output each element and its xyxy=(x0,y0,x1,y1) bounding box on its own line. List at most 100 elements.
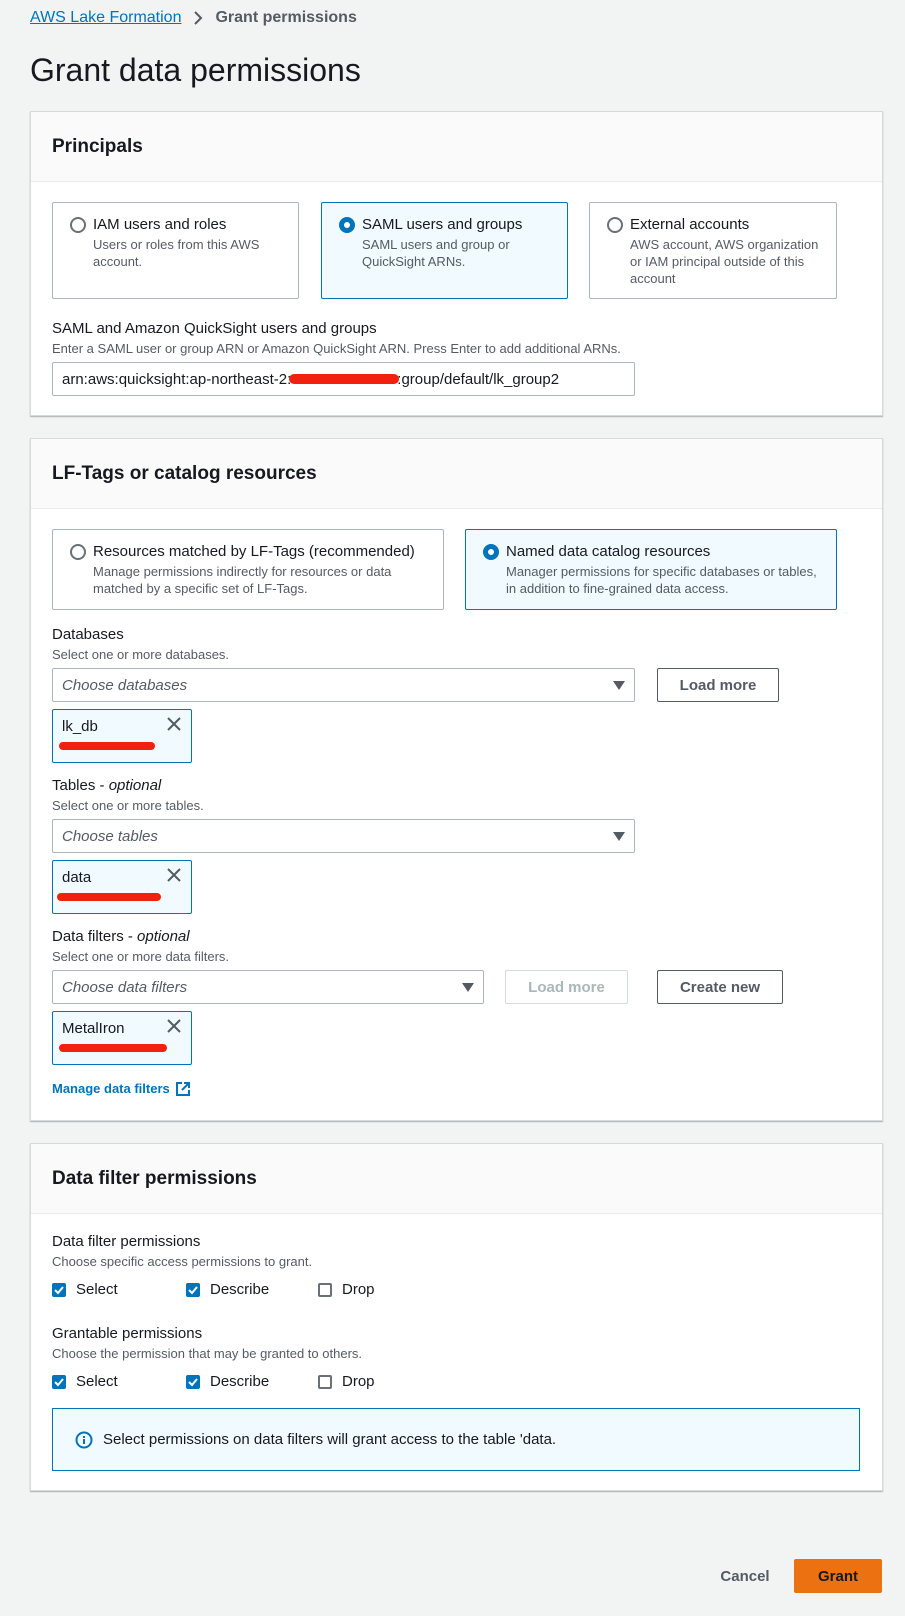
radio-external-accounts[interactable] xyxy=(607,217,623,233)
checkbox-unchecked[interactable] xyxy=(318,1374,332,1389)
radio-lf-tags[interactable] xyxy=(70,544,86,560)
caret-down-icon xyxy=(462,982,474,992)
permissions-label: Data filter permissions xyxy=(52,1233,201,1250)
saml-field-hint: Enter a SAML user or group ARN or Amazon… xyxy=(52,341,621,356)
arn-suffix: :group/default/lk_group2 xyxy=(397,370,560,388)
optional-tag: optional xyxy=(108,777,162,794)
tile-description: SAML users and group or QuickSight ARNs. xyxy=(362,237,510,269)
tile-title: External accounts xyxy=(630,216,750,233)
redacted-account-id xyxy=(289,374,400,384)
token-label: MetalIron xyxy=(62,1020,125,1037)
redaction-mark xyxy=(59,742,155,750)
databases-hint: Select one or more databases. xyxy=(52,647,230,662)
tables-select[interactable]: Choose tables xyxy=(52,819,635,853)
resources-panel: LF-Tags or catalog resources Resources m… xyxy=(30,438,883,1121)
databases-label: Databases xyxy=(52,626,124,643)
data-filters-select[interactable]: Choose data filters xyxy=(52,970,484,1004)
database-token: lk_db xyxy=(52,709,192,763)
redaction-mark xyxy=(59,1044,167,1052)
token-label: data xyxy=(62,869,92,886)
principals-header: Principals xyxy=(31,112,882,182)
tile-description: Manage permissions indirectly for resour… xyxy=(93,564,392,596)
checkbox-checked[interactable] xyxy=(186,1282,200,1297)
grantable-describe-checkbox[interactable]: Describe xyxy=(186,1373,318,1390)
optional-tag: optional xyxy=(137,928,190,945)
tables-label: Tables - optional xyxy=(52,777,162,794)
data-filters-label-text: Data filters xyxy=(52,928,124,945)
checkbox-checked[interactable] xyxy=(52,1374,66,1389)
resources-header: LF-Tags or catalog resources xyxy=(31,439,882,509)
checkbox-label: Drop xyxy=(342,1281,375,1298)
create-new-button[interactable]: Create new xyxy=(657,970,783,1004)
databases-load-more-button[interactable]: Load more xyxy=(657,668,779,702)
data-filters-label: Data filters - optional xyxy=(52,928,190,945)
grantable-select-checkbox[interactable]: Select xyxy=(52,1373,186,1390)
permission-describe-checkbox[interactable]: Describe xyxy=(186,1281,318,1298)
checkbox-label: Describe xyxy=(210,1373,270,1390)
close-icon[interactable] xyxy=(166,1018,182,1034)
tile-title: IAM users and roles xyxy=(93,216,227,233)
checkbox-label: Select xyxy=(76,1373,118,1390)
caret-down-icon xyxy=(613,831,625,841)
tile-saml-users-and-groups[interactable]: SAML users and groups SAML users and gro… xyxy=(321,202,568,299)
grantable-hint: Choose the permission that may be grante… xyxy=(52,1346,363,1361)
permission-select-checkbox[interactable]: Select xyxy=(52,1281,186,1298)
checkbox-label: Select xyxy=(76,1281,118,1298)
info-icon xyxy=(75,1431,93,1449)
breadcrumb-current: Grant permissions xyxy=(215,9,357,26)
radio-iam-users[interactable] xyxy=(70,217,86,233)
manage-data-filters-link[interactable]: Manage data filters xyxy=(52,1081,190,1096)
databases-select[interactable]: Choose databases xyxy=(52,668,635,702)
cancel-button[interactable]: Cancel xyxy=(700,1559,790,1593)
tile-description: Manager permissions for specific databas… xyxy=(506,564,817,596)
tile-lf-tags[interactable]: Resources matched by LF-Tags (recommende… xyxy=(52,529,444,610)
checkbox-checked[interactable] xyxy=(52,1282,66,1297)
data-filters-load-more-button[interactable]: Load more xyxy=(505,970,628,1004)
grantable-drop-checkbox[interactable]: Drop xyxy=(318,1373,375,1390)
tile-description: AWS account, AWS organization or IAM pri… xyxy=(630,237,819,286)
breadcrumb-link-lake-formation[interactable]: AWS Lake Formation xyxy=(30,9,181,27)
table-token: data xyxy=(52,860,192,914)
permission-drop-checkbox[interactable]: Drop xyxy=(318,1281,375,1298)
data-filter-permissions-header: Data filter permissions xyxy=(31,1144,882,1214)
info-alert: Select permissions on data filters will … xyxy=(52,1408,860,1471)
arn-prefix: arn:aws:quicksight:ap-northeast-2: xyxy=(62,370,292,388)
tables-placeholder: Choose tables xyxy=(62,827,158,845)
saml-field-label: SAML and Amazon QuickSight users and gro… xyxy=(52,320,377,337)
close-icon[interactable] xyxy=(166,867,182,883)
saml-arn-input[interactable]: arn:aws:quicksight:ap-northeast-2: :group… xyxy=(52,362,635,396)
radio-named-resources[interactable] xyxy=(483,544,499,560)
tile-title: SAML users and groups xyxy=(362,216,523,233)
caret-down-icon xyxy=(613,680,625,690)
tables-label-text: Tables xyxy=(52,777,96,794)
tables-hint: Select one or more tables. xyxy=(52,798,204,813)
manage-data-filters-text: Manage data filters xyxy=(52,1081,170,1096)
permissions-hint: Choose specific access permissions to gr… xyxy=(52,1254,313,1269)
grant-button[interactable]: Grant xyxy=(794,1559,882,1593)
radio-saml-users[interactable] xyxy=(339,217,355,233)
page-title: Grant data permissions xyxy=(30,52,361,88)
checkbox-label: Drop xyxy=(342,1373,375,1390)
permissions-checkboxes: Select Describe Drop xyxy=(52,1281,375,1298)
tile-named-resources[interactable]: Named data catalog resources Manager per… xyxy=(465,529,837,610)
close-icon[interactable] xyxy=(166,716,182,732)
token-label: lk_db xyxy=(62,718,98,735)
principals-panel: Principals IAM users and roles Users or … xyxy=(30,111,883,416)
grantable-checkboxes: Select Describe Drop xyxy=(52,1373,375,1390)
tile-title: Named data catalog resources xyxy=(506,543,711,560)
databases-placeholder: Choose databases xyxy=(62,676,188,694)
external-link-icon xyxy=(175,1081,190,1096)
info-text: Select permissions on data filters will … xyxy=(103,1431,557,1448)
tile-iam-users-and-roles[interactable]: IAM users and roles Users or roles from … xyxy=(52,202,299,299)
tile-description: Users or roles from this AWS account. xyxy=(93,237,260,269)
data-filter-permissions-panel: Data filter permissions Data filter perm… xyxy=(30,1143,883,1491)
checkbox-checked[interactable] xyxy=(186,1374,200,1389)
breadcrumb: AWS Lake Formation Grant permissions xyxy=(30,9,357,27)
tile-external-accounts[interactable]: External accounts AWS account, AWS organ… xyxy=(589,202,837,299)
checkbox-unchecked[interactable] xyxy=(318,1282,332,1297)
checkbox-label: Describe xyxy=(210,1281,270,1298)
redaction-mark xyxy=(57,893,161,901)
data-filters-hint: Select one or more data filters. xyxy=(52,949,230,964)
data-filters-placeholder: Choose data filters xyxy=(62,978,188,996)
grantable-label: Grantable permissions xyxy=(52,1325,203,1342)
